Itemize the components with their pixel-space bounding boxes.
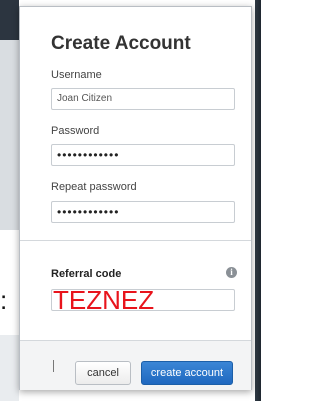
account-fields-section: Create Account Username Joan Citizen Pas… bbox=[20, 7, 251, 241]
background-edge-top bbox=[0, 0, 19, 40]
password-label: Password bbox=[51, 125, 100, 137]
background-edge-bottom bbox=[0, 335, 19, 401]
create-account-dialog: Create Account Username Joan Citizen Pas… bbox=[19, 6, 252, 390]
background-edge-middle bbox=[0, 40, 19, 230]
colon-annotation: : bbox=[0, 285, 8, 315]
referral-code-value: TEZNEZ bbox=[53, 285, 155, 315]
password-field[interactable]: •••••••••••• bbox=[51, 144, 235, 166]
create-account-button[interactable]: create account bbox=[141, 361, 233, 385]
username-label: Username bbox=[51, 69, 102, 81]
repeat-password-label: Repeat password bbox=[51, 181, 137, 193]
footer-divider bbox=[53, 360, 54, 372]
cancel-button[interactable]: cancel bbox=[75, 361, 131, 385]
referral-code-label: Referral code bbox=[51, 268, 122, 280]
background-edge-right bbox=[255, 0, 261, 401]
dialog-footer: cancel create account bbox=[20, 340, 251, 390]
info-icon[interactable]: i bbox=[226, 267, 237, 278]
username-field[interactable]: Joan Citizen bbox=[51, 88, 235, 110]
dialog-title: Create Account bbox=[51, 33, 191, 54]
repeat-password-field[interactable]: •••••••••••• bbox=[51, 201, 235, 223]
